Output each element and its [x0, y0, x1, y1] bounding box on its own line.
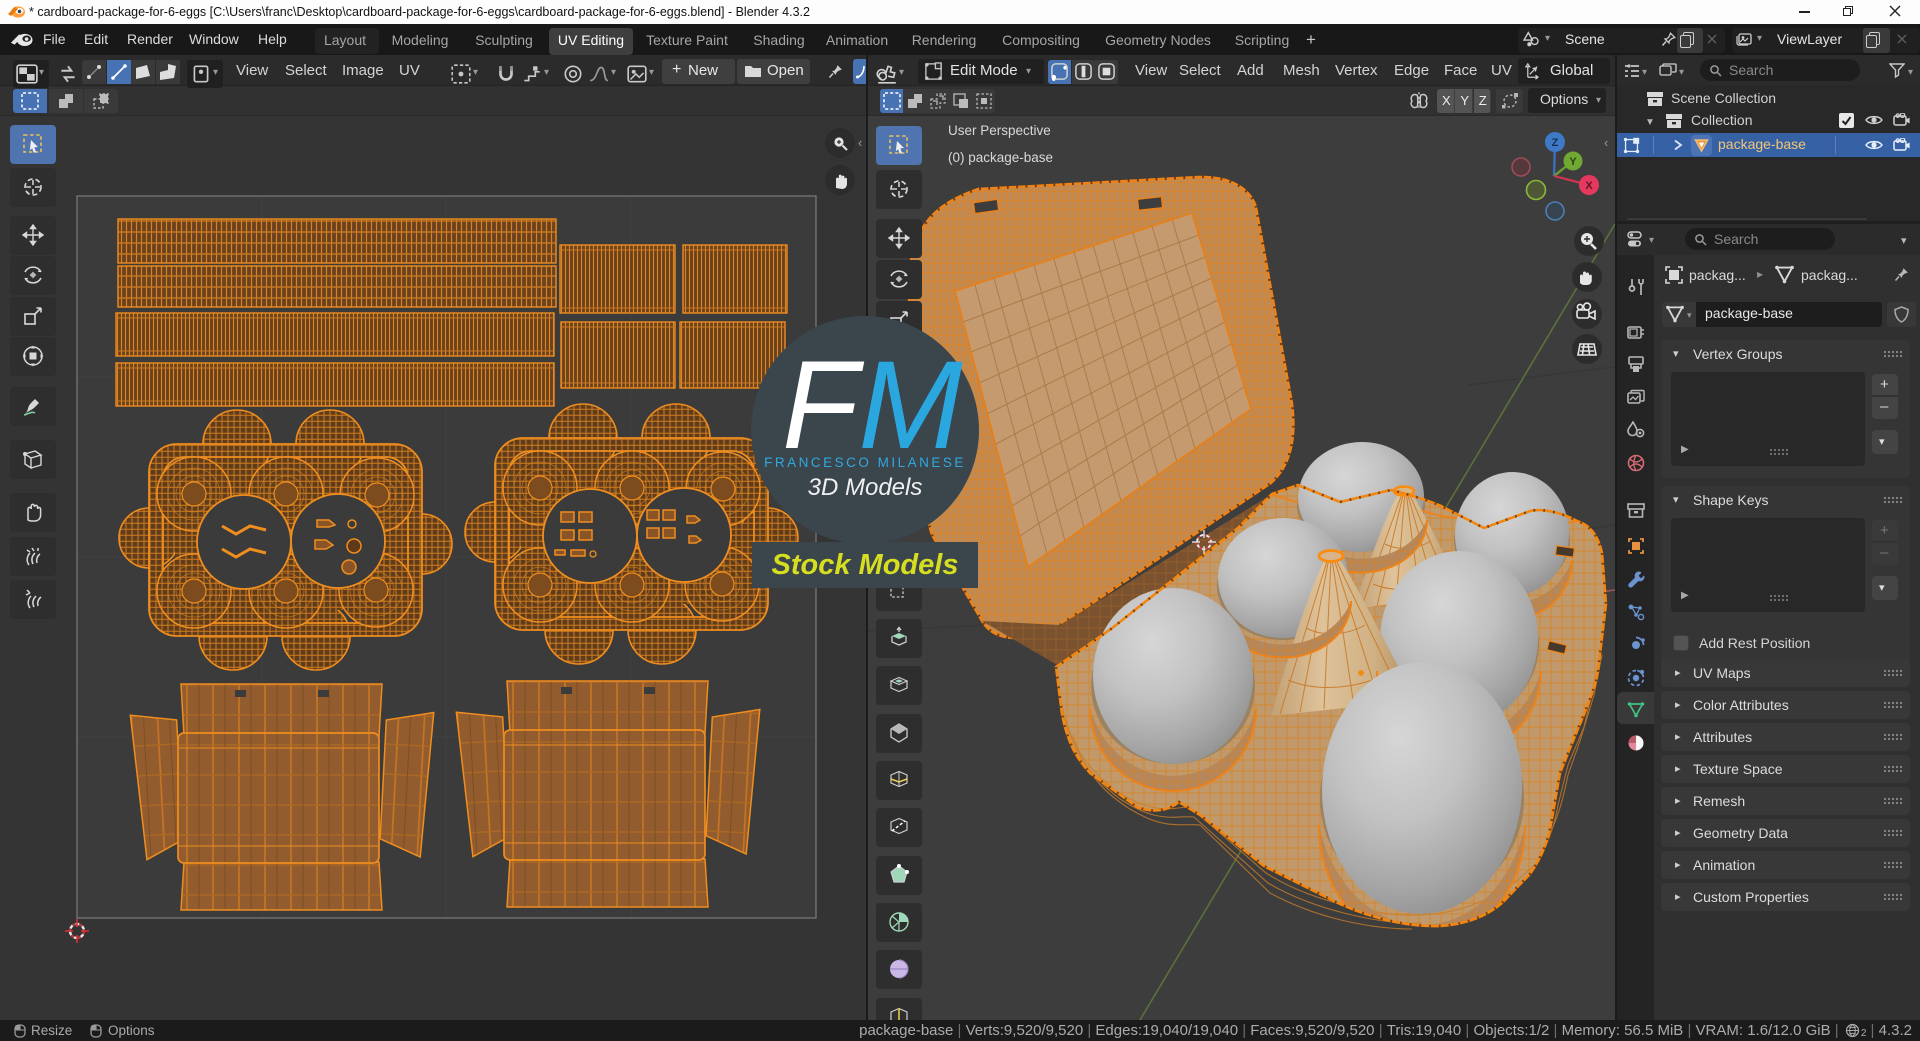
- svg-text:Y: Y: [1569, 156, 1577, 168]
- svg-text:(0) package-base: (0) package-base: [948, 150, 1053, 165]
- svg-text:User Perspective: User Perspective: [948, 123, 1051, 138]
- svg-text:Z: Z: [1552, 137, 1559, 149]
- svg-text:X: X: [1585, 180, 1593, 192]
